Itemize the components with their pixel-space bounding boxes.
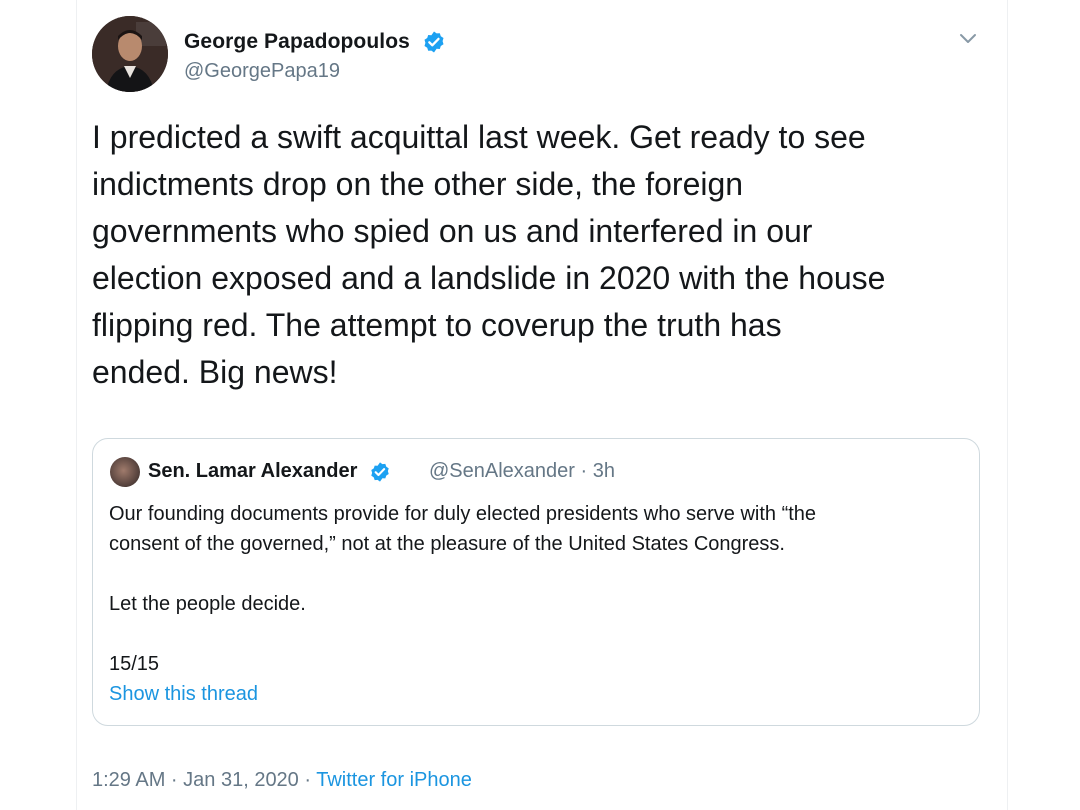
quoted-author-avatar [110,457,140,487]
quoted-tweet-text: Our founding documents provide for duly … [109,503,817,675]
author-name[interactable]: George Papadopoulos [184,30,446,54]
tweet-meta: 1:29 AM · Jan 31, 2020 · Twitter for iPh… [92,769,472,792]
chevron-down-icon [960,34,976,43]
author-name-text: George Papadopoulos [184,30,410,53]
tweet-options-button[interactable] [956,26,980,50]
tweet-timestamp[interactable]: 1:29 AM · Jan 31, 2020 · [92,769,316,791]
quoted-tweet[interactable]: Sen. Lamar Alexander @SenAlexander · 3h … [92,438,980,726]
author-avatar[interactable] [92,16,168,92]
tweet-text: I predicted a swift acquittal last week.… [92,119,886,390]
quoted-author-name-text: Sen. Lamar Alexander [148,460,358,482]
quoted-author-handle-time: @SenAlexander · 3h [429,460,615,482]
tweet-source-link[interactable]: Twitter for iPhone [316,769,472,791]
author-handle[interactable]: @GeorgePapa19 [184,60,340,83]
show-thread-link[interactable]: Show this thread [109,683,258,706]
quoted-author-name: Sen. Lamar Alexander [148,460,391,483]
verified-badge-icon [424,31,444,53]
verified-badge-icon [371,462,389,482]
avatar-portrait [92,16,168,92]
